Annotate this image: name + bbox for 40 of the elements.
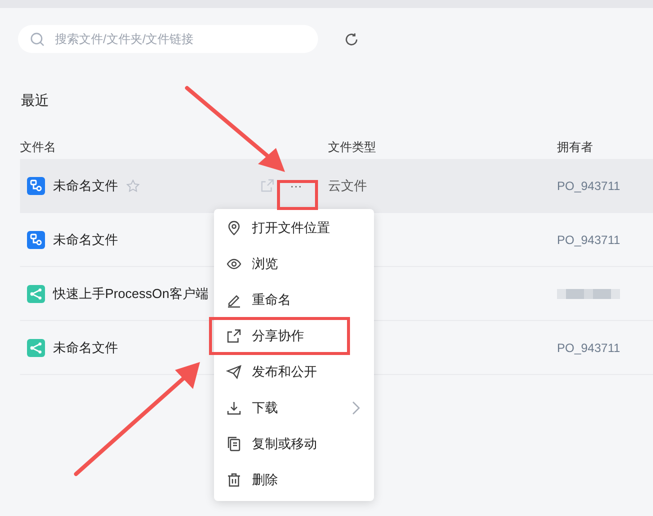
menu-item[interactable]: 重命名: [252, 290, 291, 310]
mindmap-icon: [27, 338, 45, 356]
share-icon[interactable]: [260, 178, 275, 193]
file-name: 快速上手ProcessOn客户端: [53, 284, 208, 303]
star-icon[interactable]: [126, 178, 140, 192]
download-icon: [226, 400, 242, 416]
share-icon: [226, 328, 242, 344]
file-name: 未命名文件: [53, 230, 118, 249]
column-header: 文件类型: [328, 140, 376, 154]
table-row[interactable]: 未命名文件 ··· 云文件 PO_943711: [20, 159, 653, 213]
file-name: 未命名文件: [53, 176, 118, 195]
file-type: 云文件: [328, 178, 367, 192]
flowchart-icon: [27, 176, 45, 194]
owner-name: PO_943711: [557, 340, 620, 354]
flowchart-icon: [27, 230, 45, 248]
menu-item[interactable]: 浏览: [252, 254, 278, 274]
section-title: 最近: [21, 91, 49, 110]
paper-plane-icon: [226, 364, 242, 380]
mindmap-icon: [27, 284, 45, 302]
menu-item[interactable]: 打开文件位置: [252, 218, 330, 238]
menu-item[interactable]: 复制或移动: [252, 434, 317, 454]
column-header: 文件名: [20, 140, 56, 154]
file-name: 未命名文件: [53, 338, 118, 357]
search-input: 搜索文件/文件夹/文件链接: [55, 30, 295, 48]
owner-name: PO_943711: [557, 178, 620, 192]
menu-item[interactable]: 分享协作: [252, 326, 304, 346]
menu-item[interactable]: 发布和公开: [252, 362, 317, 382]
owner-name: PO_943711: [557, 232, 620, 246]
search-field[interactable]: 搜索文件/文件夹/文件链接: [18, 25, 318, 53]
more-button[interactable]: ···: [280, 174, 312, 196]
trash-icon: [226, 472, 242, 488]
menu-item[interactable]: 下载: [252, 398, 278, 418]
column-header: 拥有者: [557, 140, 593, 154]
menu-item[interactable]: 删除: [252, 470, 278, 490]
eye-icon: [226, 256, 242, 272]
copy-icon: [226, 436, 242, 452]
highlight-rectangle: [277, 180, 318, 210]
search-icon: [30, 32, 45, 46]
location-pin-icon: [226, 220, 242, 236]
refresh-icon[interactable]: [344, 32, 359, 46]
